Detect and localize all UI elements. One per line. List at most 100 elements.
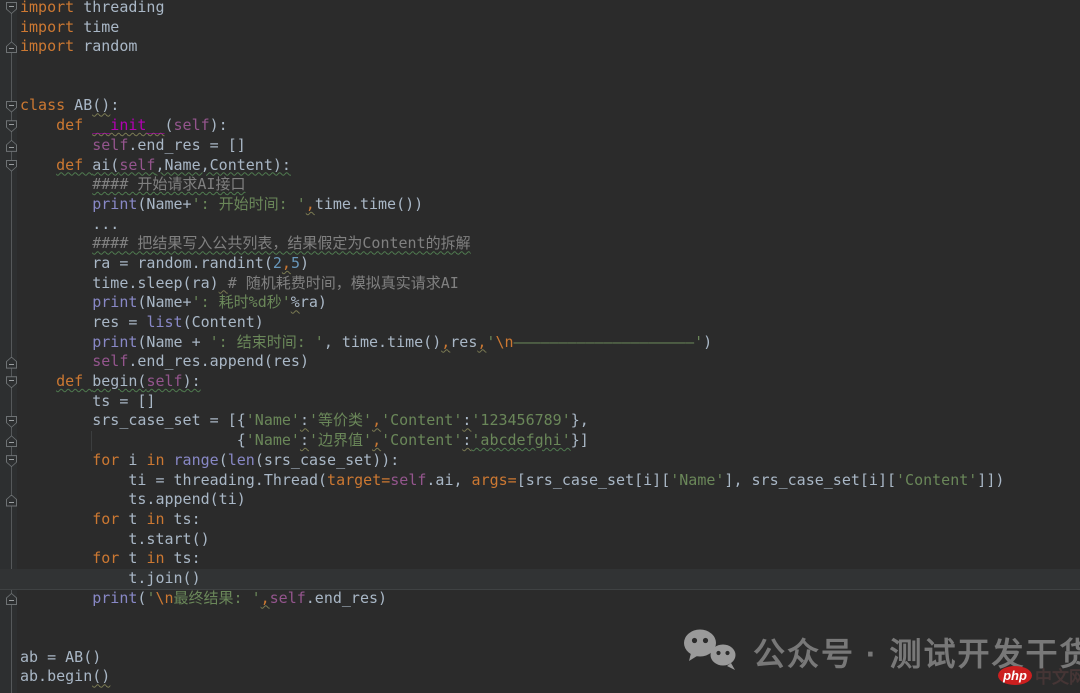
code-token: ): xyxy=(182,372,201,391)
code-editor-screen: import threading import time import random… xyxy=(0,0,1080,693)
code-token: '边界值' xyxy=(309,431,373,450)
code-line[interactable]: import random xyxy=(17,37,1080,57)
code-token: for xyxy=(92,450,120,469)
code-token: AB xyxy=(65,96,93,115)
code-token: res xyxy=(450,332,478,351)
code-token: 'Name' xyxy=(245,431,300,450)
code-line[interactable]: print(Name+': 耗时%d秒'%ra) xyxy=(17,293,1080,313)
code-token: .ai, xyxy=(426,470,472,489)
code-line[interactable]: for i in range(len(srs_case_set)): xyxy=(17,451,1080,471)
code-line[interactable]: ... xyxy=(17,215,1080,235)
code-token: .end_res.append(res) xyxy=(128,352,309,371)
code-token: ai( xyxy=(92,155,120,174)
code-token: \n xyxy=(155,588,174,607)
code-token: : xyxy=(299,431,309,450)
code-line[interactable]: print(Name+': 开始时间: ',time.time()) xyxy=(17,195,1080,215)
code-token: len xyxy=(227,450,255,469)
code-token: # 随机耗费时间，模拟真实请求AI xyxy=(227,273,459,292)
fold-end-icon[interactable] xyxy=(6,139,17,152)
code-line[interactable]: self.end_res = [] xyxy=(17,136,1080,156)
code-area[interactable]: import threading import time import random… xyxy=(17,0,1080,687)
code-line[interactable]: ti = threading.Thread(target=self.ai, ar… xyxy=(17,471,1080,491)
code-line[interactable]: import threading xyxy=(17,0,1080,18)
code-token: }] xyxy=(570,431,589,450)
code-token: , time.time() xyxy=(323,332,442,351)
code-line[interactable]: print(Name + ': 结束时间: ', time.time(),res… xyxy=(17,333,1080,353)
code-line[interactable]: for t in ts: xyxy=(17,549,1080,569)
code-line[interactable]: #### 把结果写入公共列表，结果假定为Content的拆解 xyxy=(17,234,1080,254)
fold-collapse-icon[interactable] xyxy=(6,120,17,133)
code-line[interactable]: class AB(): xyxy=(17,96,1080,116)
code-line[interactable]: def ai(self,Name,Content): xyxy=(17,156,1080,176)
code-line[interactable]: {'Name':'边界值','Content':'abcdefghi'}] xyxy=(17,431,1080,451)
fold-collapse-icon[interactable] xyxy=(6,100,17,113)
code-token: : xyxy=(110,96,120,115)
code-line[interactable]: res = list(Content) xyxy=(17,313,1080,333)
fold-end-icon[interactable] xyxy=(6,593,17,605)
code-token: ]]) xyxy=(977,470,1005,489)
code-line[interactable]: ra = random.randint(2,5) xyxy=(17,254,1080,274)
code-token: [srs_case_set[i][ xyxy=(516,470,671,489)
code-token: 5 xyxy=(290,253,300,272)
code-token: 最终结果: ' xyxy=(173,588,261,607)
code-line[interactable]: def begin(self): xyxy=(17,372,1080,392)
fold-collapse-icon[interactable] xyxy=(6,376,17,389)
site-logo: php 中文网 xyxy=(998,663,1080,688)
fold-end-icon[interactable] xyxy=(6,41,17,54)
fold-end-icon[interactable] xyxy=(6,356,17,369)
fold-collapse-icon[interactable] xyxy=(6,159,17,172)
code-line[interactable] xyxy=(17,608,1080,628)
code-token: def xyxy=(56,116,93,135)
code-token: ): xyxy=(209,116,228,135)
code-token: }, xyxy=(570,411,589,430)
code-token: ————————————————————' xyxy=(513,332,704,351)
code-line[interactable]: import time xyxy=(17,18,1080,38)
code-token: (Name + xyxy=(137,332,210,351)
fold-collapse-icon[interactable] xyxy=(6,2,17,14)
fold-collapse-icon[interactable] xyxy=(6,455,17,468)
code-line[interactable] xyxy=(17,57,1080,77)
code-token: threading xyxy=(74,0,165,16)
code-token: '等价类' xyxy=(309,411,373,430)
code-token: { xyxy=(20,431,246,450)
code-line[interactable]: for t in ts: xyxy=(17,510,1080,530)
code-token: list xyxy=(146,313,183,331)
code-token: ts.append(ti) xyxy=(20,490,246,509)
fold-collapse-icon[interactable] xyxy=(6,415,17,428)
code-line[interactable]: t.start() xyxy=(17,530,1080,550)
code-token: class xyxy=(20,96,66,115)
code-line[interactable]: ts.append(ti) xyxy=(17,490,1080,510)
code-line[interactable]: self.end_res.append(res) xyxy=(17,352,1080,372)
fold-end-icon[interactable] xyxy=(6,435,17,448)
code-line[interactable]: srs_case_set = [{'Name':'等价类','Content':… xyxy=(17,411,1080,431)
code-token: ra) xyxy=(299,293,327,312)
site-logo-text: 中文网 xyxy=(1035,668,1080,687)
code-token: ra = random.randint( xyxy=(20,253,273,272)
code-token: in xyxy=(146,549,165,568)
code-token: .end_res) xyxy=(305,588,388,607)
code-token: self xyxy=(269,588,306,607)
code-token: print xyxy=(92,293,138,312)
code-line[interactable]: def __init__(self): xyxy=(17,116,1080,136)
code-line[interactable]: #### 开始请求AI接口 xyxy=(17,175,1080,195)
code-token: begin( xyxy=(92,372,147,391)
fold-end-icon[interactable] xyxy=(6,494,17,507)
code-line[interactable]: time.sleep(ra) # 随机耗费时间，模拟真实请求AI xyxy=(17,274,1080,294)
code-token: import xyxy=(20,17,75,36)
code-token: , xyxy=(260,588,270,607)
code-token: ) xyxy=(299,253,309,272)
code-line[interactable]: ts = [] xyxy=(17,392,1080,412)
code-token: 'Content' xyxy=(381,431,463,450)
code-line[interactable] xyxy=(17,77,1080,97)
code-token: (srs_case_set)): xyxy=(254,450,400,469)
code-token: srs_case_set = [{ xyxy=(20,411,246,430)
code-line[interactable]: t.join() xyxy=(17,569,1080,589)
code-line[interactable]: print('\n最终结果: ',self.end_res) xyxy=(17,589,1080,609)
